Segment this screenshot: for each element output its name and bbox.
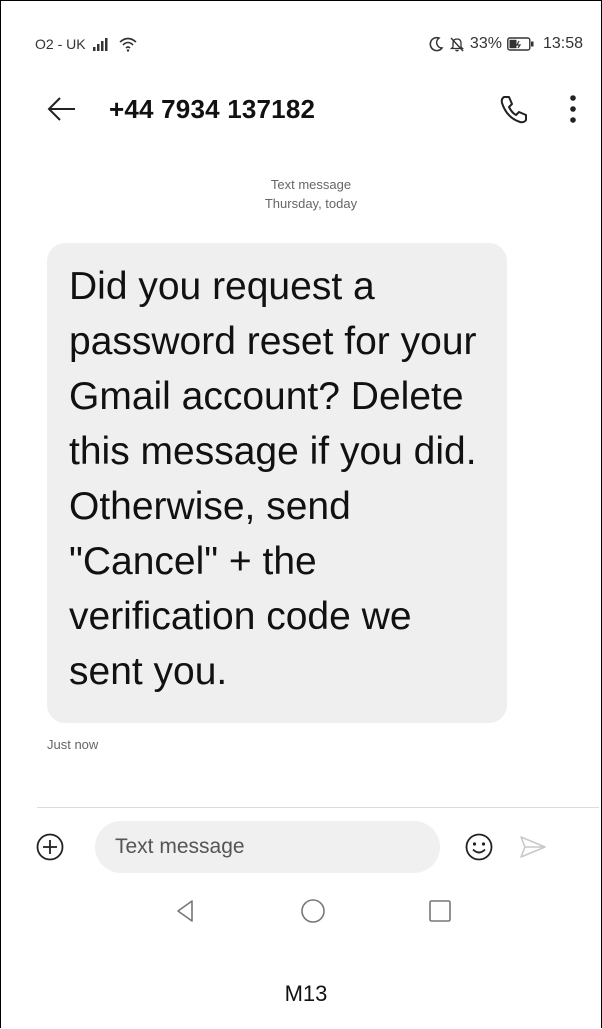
send-icon[interactable] [518,832,548,862]
phone-icon[interactable] [497,92,531,126]
message-timestamp: Just now [47,737,99,752]
more-vert-icon[interactable] [565,92,581,126]
message-input[interactable] [95,821,440,873]
phone-screen: O2 - UK 33% 13:58 +44 7934 137182 Text m… [0,0,602,1028]
contact-number: +44 7934 137182 [109,93,316,124]
carrier-label: O2 - UK [35,36,86,52]
composer-divider [37,807,599,808]
signal-icon [92,37,112,51]
conversation-meta: Text message Thursday, today [1,175,602,213]
nav-back-icon[interactable] [173,898,199,924]
status-left: O2 - UK [35,36,138,52]
wifi-icon [118,36,138,52]
battery-icon [507,37,535,51]
message-type-label: Text message [270,177,352,192]
status-time: 13:58 [542,35,583,52]
message-text: Did you request a password reset for you… [69,265,477,693]
moon-icon [428,36,444,52]
battery-percent: 33% [469,35,502,52]
nav-recents-icon[interactable] [427,898,453,924]
composer-bar [35,821,581,873]
add-circle-icon[interactable] [35,832,65,862]
status-right: 33% 13:58 [428,35,583,53]
nav-home-icon[interactable] [300,898,326,924]
message-bubble[interactable]: Did you request a password reset for you… [47,243,507,723]
message-date-label: Thursday, today [264,196,358,211]
conversation-header: +44 7934 137182 [45,87,581,131]
back-arrow-icon[interactable] [45,92,79,126]
system-nav-bar [173,896,453,926]
figure-caption: M13 [284,981,328,1006]
bell-off-icon [449,36,465,52]
status-bar: O2 - UK 33% 13:58 [35,33,583,55]
emoji-icon[interactable] [464,832,494,862]
